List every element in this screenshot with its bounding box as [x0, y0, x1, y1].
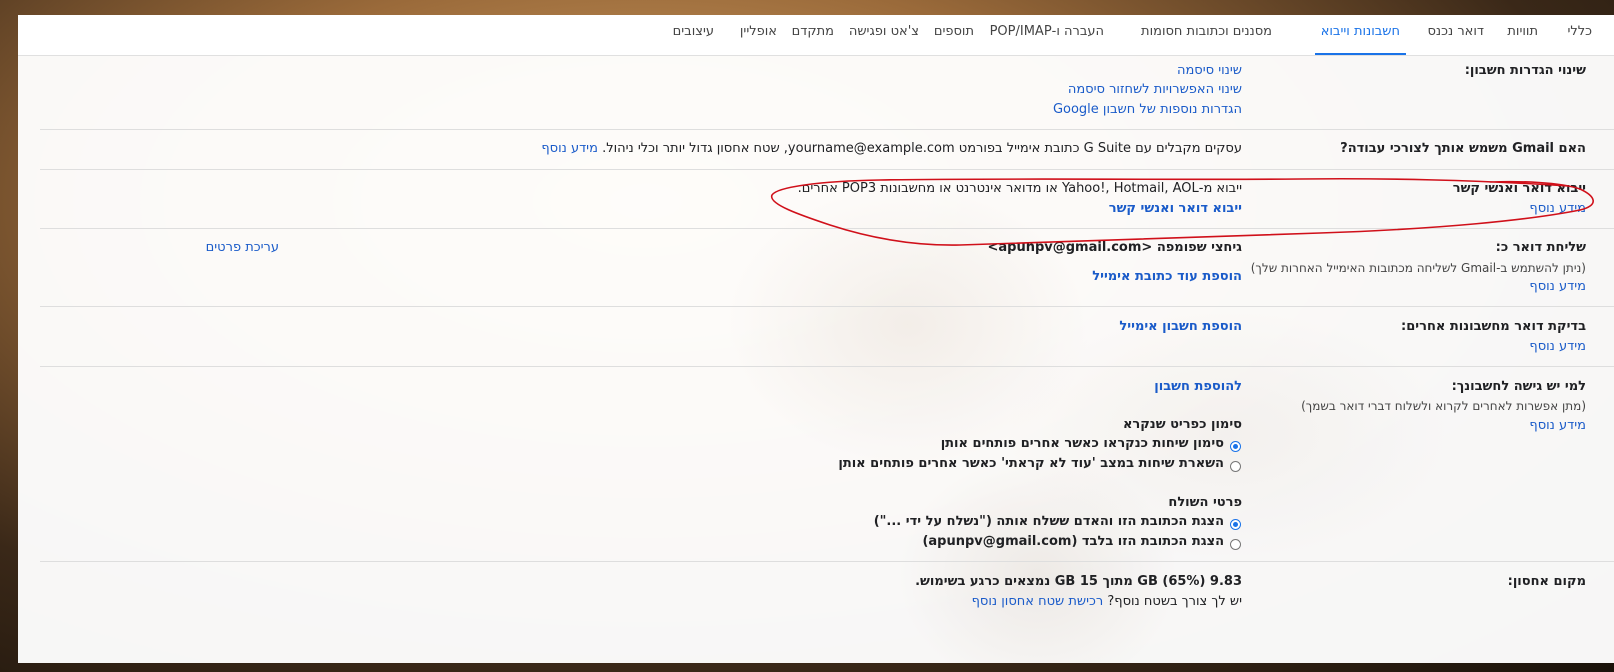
grant-learn-more-link[interactable]: מידע נוסף: [1529, 418, 1586, 433]
change-password-link[interactable]: שינוי סיסמה: [1177, 63, 1242, 78]
divider: [40, 561, 1614, 562]
google-account-settings-link[interactable]: הגדרות נוספות של חשבון Google: [1053, 102, 1242, 117]
divider: [40, 366, 1614, 367]
add-account-link[interactable]: להוספת חשבון: [1154, 379, 1242, 394]
work-description: עסקים מקבלים עם G Suite כתובת אימייל בפו…: [602, 141, 1242, 156]
divider: [40, 306, 1614, 307]
import-learn-more-link[interactable]: מידע נוסף: [1529, 201, 1586, 216]
sender-info-option-2[interactable]: הצגת הכתובת הזו בלבד (apunpv@gmail.com): [922, 534, 1224, 549]
buy-storage-link[interactable]: רכישת שטח אחסון נוסף: [972, 594, 1104, 609]
tab-general[interactable]: כללי: [1567, 15, 1592, 55]
mark-read-heading: סימון כפריט שנקרא: [1122, 417, 1242, 432]
tab-labels[interactable]: תוויות: [1507, 15, 1538, 55]
send-as-label: שליחת דואר כ:: [1495, 240, 1586, 255]
tab-addons[interactable]: תוספים: [934, 15, 974, 55]
edit-info-link[interactable]: עריכת פרטים: [206, 240, 279, 255]
grant-access-label: למי יש גישה לחשבונך:: [1451, 379, 1586, 394]
tab-accounts-import[interactable]: חשבונות וייבוא: [1314, 15, 1406, 55]
divider: [40, 129, 1614, 130]
tab-themes[interactable]: עיצובים: [673, 15, 714, 55]
change-recovery-link[interactable]: שינוי האפשרויות לשחזור סיסמה: [1068, 82, 1242, 97]
tab-filters[interactable]: מסננים וכתובות חסומות: [1141, 15, 1272, 55]
sender-info-option-1[interactable]: הצגת הכתובת הזו והאדם ששלח אותה ("נשלח ע…: [874, 514, 1224, 529]
work-text: עסקים מקבלים עם G Suite כתובת אימייל בפו…: [541, 141, 1242, 156]
change-account-label: שינוי הגדרות חשבון:: [1464, 63, 1586, 78]
check-mail-learn-more-link[interactable]: מידע נוסף: [1529, 339, 1586, 354]
mark-read-option-2[interactable]: השארת שיחות במצב 'עוד לא קראתי' כאשר אחר…: [838, 456, 1224, 471]
mark-read-radio-1[interactable]: [1230, 441, 1241, 452]
work-label: האם Gmail משמש אותך לצורכי עבודה?: [1340, 141, 1586, 156]
tab-inbox[interactable]: דואר נכנס: [1427, 15, 1484, 55]
storage-usage: 9.83 GB (65%) מתוך 15 GB נמצאים כרגע בשי…: [915, 574, 1242, 589]
send-as-sublabel: (ניתן להשתמש ב-Gmail לשליחה מכתובות האימ…: [1250, 261, 1586, 275]
storage-more: יש לך צורך בשטח נוסף? רכישת שטח אחסון נו…: [972, 594, 1242, 609]
storage-question: יש לך צורך בשטח נוסף?: [1107, 594, 1242, 609]
sender-info-radio-2[interactable]: [1230, 539, 1241, 550]
import-label: ייבוא דואר ואנשי קשר: [1452, 181, 1586, 196]
storage-label: מקום אחסון:: [1507, 574, 1586, 589]
mark-read-option-1[interactable]: סימון שיחות כנקראו כאשר אחרים פותחים אות…: [941, 436, 1224, 451]
add-mail-account-link[interactable]: הוספת חשבון אימייל: [1119, 319, 1242, 334]
check-mail-label: בדיקת דואר מחשבונות אחרים:: [1401, 319, 1586, 334]
mark-read-radio-2[interactable]: [1230, 461, 1241, 472]
sender-info-heading: פרטי השולח: [1168, 495, 1242, 510]
tab-advanced[interactable]: מתקדם: [792, 15, 834, 55]
grant-access-sublabel: (מתן אפשרות לאחרים לקרוא ולשלוח דברי דוא…: [1301, 399, 1586, 413]
settings-panel: כללי תוויות דואר נכנס חשבונות וייבוא מסנ…: [18, 15, 1614, 663]
tab-forwarding[interactable]: העברה ו-POP/IMAP: [990, 15, 1104, 55]
import-description: ייבוא מ-Yahoo!, Hotmail, AOL או מדואר אי…: [797, 181, 1242, 196]
divider: [40, 169, 1614, 170]
send-as-identity: גיחצי שפומפה <apunpv@gmail.com>: [987, 240, 1242, 255]
send-as-learn-more-link[interactable]: מידע נוסף: [1529, 279, 1586, 294]
tab-offline[interactable]: אופליין: [740, 15, 777, 55]
settings-tabs: כללי תוויות דואר נכנס חשבונות וייבוא מסנ…: [18, 15, 1614, 56]
tab-chat-meet[interactable]: צ'אט ופגישה: [849, 15, 919, 55]
divider: [40, 228, 1614, 229]
import-mail-contacts-link[interactable]: ייבוא דואר ואנשי קשר: [1109, 201, 1242, 216]
sender-info-radio-1[interactable]: [1230, 519, 1241, 530]
work-learn-more-link[interactable]: מידע נוסף: [541, 141, 598, 156]
add-another-email-link[interactable]: הוספת עוד כתובת אימייל: [1092, 269, 1242, 284]
